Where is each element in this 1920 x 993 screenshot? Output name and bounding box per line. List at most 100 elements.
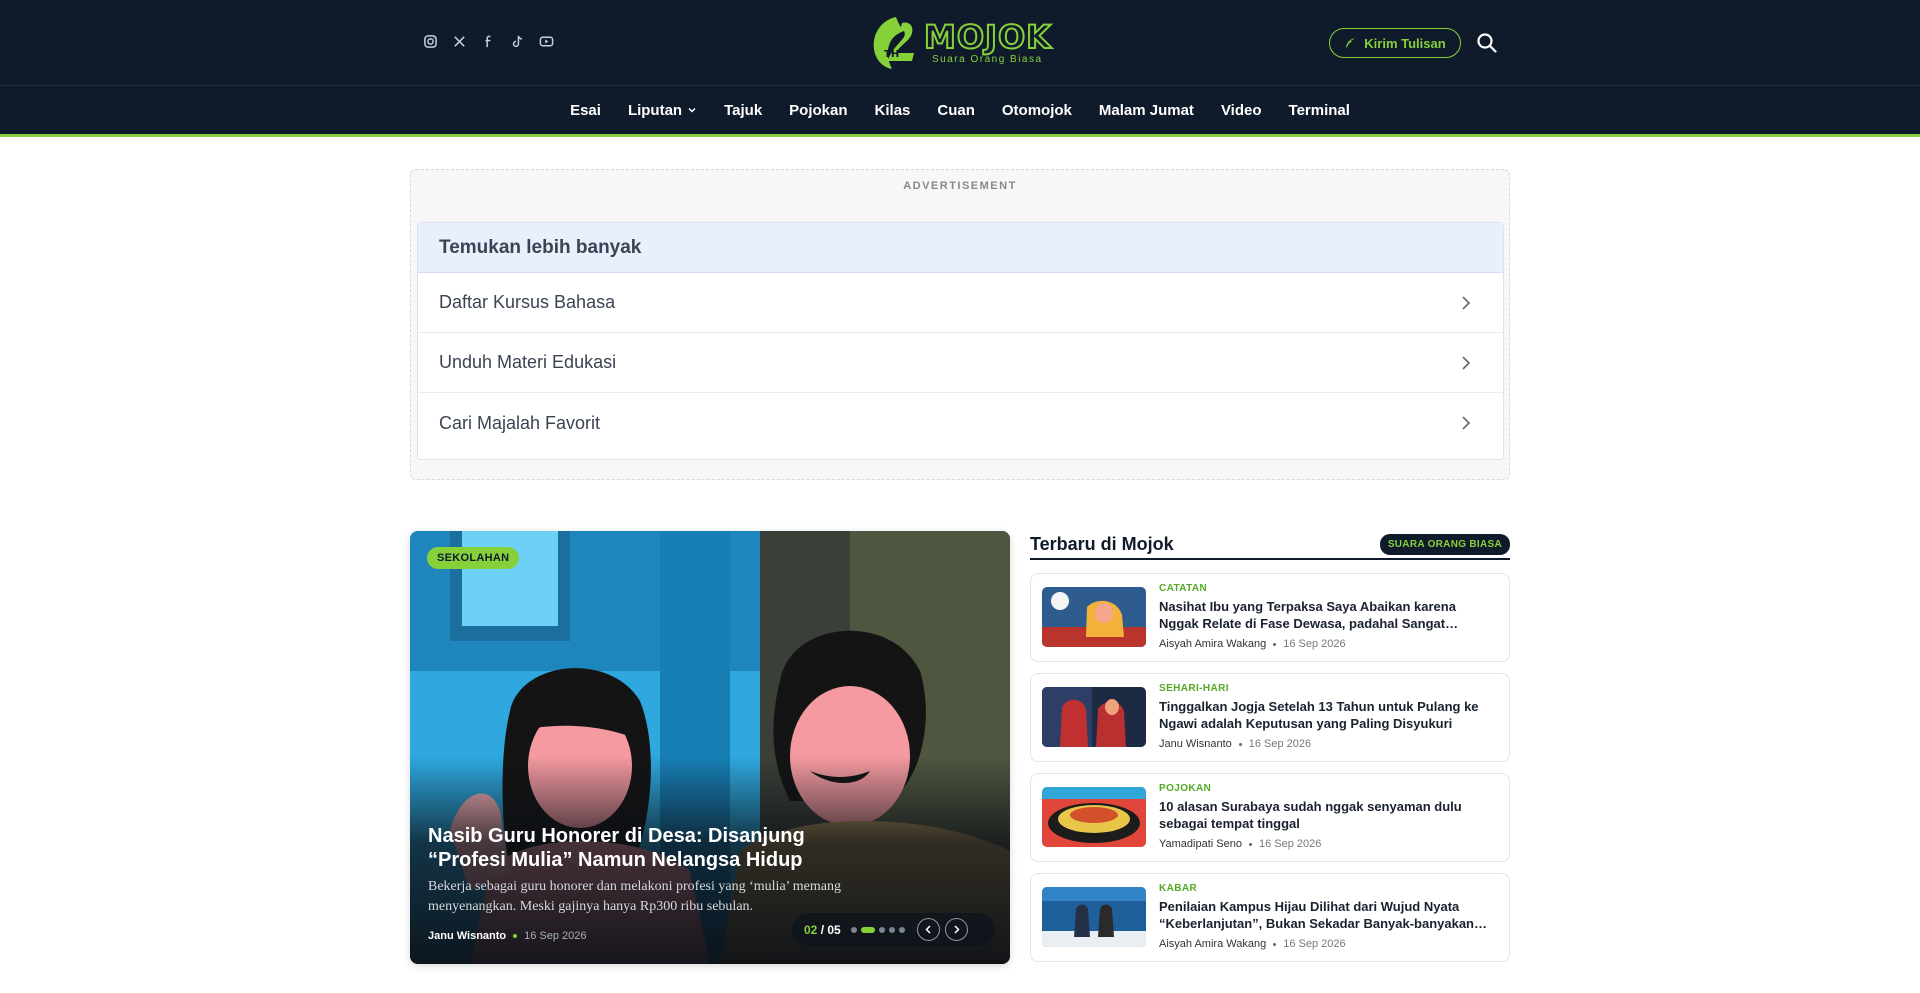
ad-row[interactable]: Unduh Materi Edukasi [418, 333, 1503, 393]
nav-label: Cuan [937, 101, 975, 119]
latest-title: Terbaru di Mojok [1030, 534, 1174, 554]
article-card[interactable]: SEHARI-HARI Tinggalkan Jogja Setelah 13 … [1030, 673, 1510, 762]
article-category[interactable]: KABAR [1159, 883, 1197, 894]
article-date: 16 Sep 2026 [1283, 638, 1346, 650]
chevron-right-icon [954, 925, 960, 934]
article-card[interactable]: POJOKAN 10 alasan Surabaya sudah nggak s… [1030, 773, 1510, 862]
nav-item-malam-jumat[interactable]: Malam Jumat [1085, 102, 1207, 119]
article-thumbnail [1042, 687, 1146, 747]
article-title[interactable]: 10 alasan Surabaya sudah nggak senyaman … [1159, 798, 1499, 832]
nav-label: Otomojok [1001, 101, 1072, 119]
chevron-right-icon [1462, 295, 1471, 310]
article-date: 16 Sep 2026 [1248, 738, 1312, 750]
logo-name: MOJOK [923, 18, 1052, 56]
tiktok-icon[interactable] [509, 33, 525, 49]
main-nav: Esai Liputan Tajuk Pojokan Kilas Cuan Ot… [0, 86, 1920, 134]
category-badge[interactable]: SEKOLAHAN [427, 547, 520, 569]
featured-article[interactable]: SEKOLAHAN Nasib Guru Honorer di Desa: Di… [410, 531, 1010, 964]
advertisement-block: ADVERTISEMENT Temukan lebih banyak Dafta… [410, 169, 1510, 480]
main-nav-bar: Esai Liputan Tajuk Pojokan Kilas Cuan Ot… [0, 86, 1920, 137]
meta-dot [1273, 642, 1277, 646]
slide-dot[interactable] [888, 926, 895, 933]
ad-suggestions: Temukan lebih banyak Daftar Kursus Bahas… [417, 222, 1504, 460]
article-meta: Aisyah Amira Wakang 16 Sep 2026 [1159, 638, 1346, 650]
latest-header: Terbaru di Mojok SUARA ORANG BIASA [1030, 531, 1510, 560]
chevron-right-icon [1462, 416, 1471, 430]
nav-label: Esai [570, 101, 601, 119]
nav-item-cuan[interactable]: Cuan [924, 102, 989, 119]
article-author[interactable]: Janu Wisnanto [1159, 738, 1232, 750]
ad-row-label: Cari Majalah Favorit [439, 412, 601, 433]
ad-label: ADVERTISEMENT [903, 180, 1017, 192]
logo-badge: TH [884, 49, 899, 60]
nav-item-pojokan[interactable]: Pojokan [776, 102, 861, 119]
nav-label: Kilas [874, 101, 911, 119]
article-card[interactable]: KABAR Penilaian Kampus Hijau Dilihat dar… [1030, 873, 1510, 962]
slide-dot[interactable] [898, 926, 905, 933]
nav-item-tajuk[interactable]: Tajuk [711, 102, 776, 119]
nav-label: Video [1220, 101, 1262, 119]
nav-item-terminal[interactable]: Terminal [1275, 102, 1363, 119]
slide-dot[interactable] [878, 926, 885, 933]
chevron-down-icon [688, 107, 696, 113]
hero-meta: Janu Wisnanto 16 Sep 2026 [428, 930, 587, 942]
nav-item-liputan[interactable]: Liputan [614, 102, 710, 119]
ad-row[interactable]: Cari Majalah Favorit [418, 393, 1503, 453]
youtube-icon[interactable] [538, 33, 554, 49]
nav-item-otomojok[interactable]: Otomojok [988, 102, 1085, 119]
article-title[interactable]: Penilaian Kampus Hijau Dilihat dari Wuju… [1159, 898, 1499, 932]
logo-tagline: Suara Orang Biasa [932, 54, 1043, 65]
article-author[interactable]: Aisyah Amira Wakang [1159, 638, 1266, 650]
feather-icon [1346, 38, 1355, 48]
latest-tag: SUARA ORANG BIASA [1379, 534, 1510, 555]
slide-counter: 02 / 05 [804, 923, 841, 937]
slide-dot[interactable] [860, 926, 875, 933]
article-thumbnail [1042, 787, 1146, 847]
article-date: 16 Sep 2026 [1283, 938, 1346, 950]
article-category[interactable]: POJOKAN [1159, 783, 1211, 794]
search-icon[interactable] [1476, 32, 1498, 54]
ad-row-label: Unduh Materi Edukasi [439, 352, 617, 372]
article-meta: Yamadipati Seno 16 Sep 2026 [1159, 838, 1321, 850]
social-links [422, 33, 554, 49]
nav-label: Pojokan [789, 101, 848, 119]
meta-dot [1238, 742, 1242, 746]
article-meta: Janu Wisnanto 16 Sep 2026 [1159, 738, 1311, 750]
logo-mark: TH [866, 13, 922, 73]
facebook-icon[interactable] [480, 33, 496, 49]
nav-label: Liputan [627, 101, 683, 119]
article-title[interactable]: Tinggalkan Jogja Setelah 13 Tahun untuk … [1159, 698, 1499, 732]
instagram-icon[interactable] [422, 33, 438, 49]
site-logo[interactable]: TH MOJOK Suara Orang Biasa [866, 12, 1056, 74]
hero-author[interactable]: Janu Wisnanto [428, 930, 506, 942]
nav-label: Terminal [1288, 101, 1350, 119]
chevron-left-icon [925, 925, 931, 934]
ad-row[interactable]: Daftar Kursus Bahasa [418, 273, 1503, 333]
slide-total: / 05 [820, 922, 841, 937]
article-author[interactable]: Yamadipati Seno [1159, 838, 1242, 850]
hero-title[interactable]: Nasib Guru Honorer di Desa: Disanjung “P… [428, 824, 848, 872]
meta-dot [1248, 842, 1252, 846]
nav-item-esai[interactable]: Esai [557, 102, 615, 119]
article-category[interactable]: CATATAN [1159, 583, 1207, 594]
slide-dots [850, 926, 905, 933]
latest-articles: Terbaru di Mojok SUARA ORANG BIASA CATAT… [1030, 531, 1510, 962]
article-card[interactable]: CATATAN Nasihat Ibu yang Terpaksa Saya A… [1030, 573, 1510, 662]
prev-slide-button[interactable] [916, 918, 940, 941]
submit-writing-button[interactable]: Kirim Tulisan [1329, 28, 1461, 58]
nav-item-kilas[interactable]: Kilas [861, 102, 924, 119]
top-header: TH MOJOK Suara Orang Biasa Kirim Tulisan [0, 0, 1920, 86]
hero-description: Bekerja sebagai guru honorer dan melakon… [428, 879, 841, 914]
chevron-right-icon [1462, 355, 1471, 370]
article-title[interactable]: Nasihat Ibu yang Terpaksa Saya Abaikan k… [1159, 598, 1499, 632]
article-author[interactable]: Aisyah Amira Wakang [1159, 938, 1266, 950]
nav-item-video[interactable]: Video [1207, 102, 1275, 119]
slide-current: 02 [804, 922, 818, 937]
nav-label: Malam Jumat [1098, 101, 1194, 119]
article-thumbnail [1042, 887, 1146, 947]
article-category[interactable]: SEHARI-HARI [1159, 683, 1229, 694]
slide-dot[interactable] [850, 926, 857, 933]
article-meta: Aisyah Amira Wakang 16 Sep 2026 [1159, 938, 1346, 950]
x-icon[interactable] [451, 33, 467, 49]
next-slide-button[interactable] [944, 918, 968, 941]
